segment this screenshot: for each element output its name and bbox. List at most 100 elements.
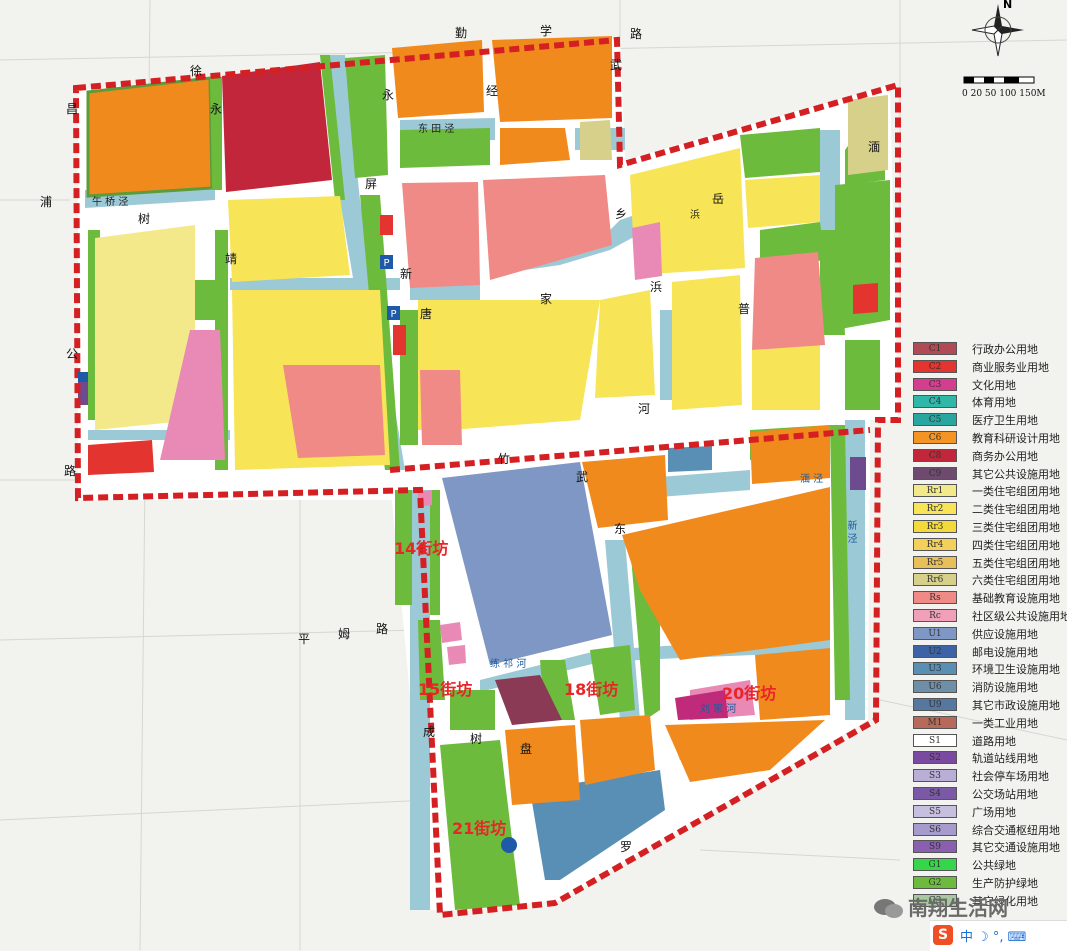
water-label: 午 桥 泾 bbox=[92, 197, 129, 208]
legend-swatch: U9 bbox=[913, 697, 957, 711]
road-label: 东 bbox=[614, 522, 627, 536]
road-label: 徐 bbox=[190, 64, 203, 78]
watermark-text: 南翔生活网 bbox=[908, 896, 1008, 920]
ime-logo-icon[interactable]: S bbox=[933, 925, 953, 945]
legend-swatch: U3 bbox=[913, 662, 957, 676]
road-label: 昌 bbox=[66, 102, 79, 116]
legend-swatch: S1 bbox=[913, 733, 957, 747]
legend-item: C9 其它公共设施用地 bbox=[910, 465, 1067, 483]
legend-label: 环境卫生设施用地 bbox=[972, 663, 1060, 677]
legend-swatch: Rc bbox=[913, 608, 957, 622]
legend-swatch: U6 bbox=[913, 680, 957, 694]
legend-swatch: S9 bbox=[913, 840, 957, 854]
water-label: 湎 泾 bbox=[800, 474, 824, 485]
legend-swatch: S4 bbox=[913, 786, 957, 800]
legend-item: C2 商业服务业用地 bbox=[910, 358, 1067, 376]
road-label: 盘 bbox=[520, 742, 533, 756]
road-label: 树 bbox=[138, 212, 151, 226]
road-label: 竹 bbox=[498, 452, 511, 466]
road-label: 勤 bbox=[455, 26, 468, 40]
legend-label: 商业服务业用地 bbox=[972, 360, 1049, 374]
legend-swatch: C4 bbox=[913, 395, 957, 409]
legend-item: C6 教育科研设计用地 bbox=[910, 429, 1067, 447]
legend-item: M1 一类工业用地 bbox=[910, 714, 1067, 732]
legend-item: S1 道路用地 bbox=[910, 732, 1067, 750]
district-label: 18街坊 bbox=[564, 680, 619, 699]
road-label: 路 bbox=[630, 27, 643, 41]
ime-toolbar[interactable]: S 中 ☽ °, ⌨ bbox=[930, 920, 1067, 951]
road-label: 乡 bbox=[615, 207, 628, 221]
legend-swatch: S2 bbox=[913, 751, 957, 765]
legend-item: S4 公交场站用地 bbox=[910, 785, 1067, 803]
legend-item: S2 轨道站线用地 bbox=[910, 749, 1067, 767]
road-label: 经 bbox=[486, 84, 499, 98]
legend-item: U1 供应设施用地 bbox=[910, 625, 1067, 643]
road-label: 永 bbox=[382, 88, 395, 102]
legend-swatch: G1 bbox=[913, 858, 957, 872]
legend-label: 文化用地 bbox=[972, 378, 1016, 392]
water-label: 练 祁 河 bbox=[490, 659, 527, 670]
legend-item: Rc 社区级公共设施用地 bbox=[910, 607, 1067, 625]
legend-label: 其它公共设施用地 bbox=[972, 467, 1060, 481]
legend-item: C3 文化用地 bbox=[910, 376, 1067, 394]
legend-swatch: M1 bbox=[913, 715, 957, 729]
legend-item: S6 综合交通枢纽用地 bbox=[910, 821, 1067, 839]
legend-label: 三类住宅组团用地 bbox=[972, 520, 1060, 534]
legend-swatch: C9 bbox=[913, 466, 957, 480]
road-label: 公 bbox=[66, 347, 79, 361]
road-label: 湎 bbox=[868, 140, 881, 154]
legend-label: 六类住宅组团用地 bbox=[972, 574, 1060, 588]
legend-swatch: Rr1 bbox=[913, 484, 957, 498]
road-label: 永 bbox=[210, 102, 223, 116]
road-label: 路 bbox=[64, 464, 77, 478]
road-label: 成 bbox=[423, 725, 436, 739]
road-label: 武 bbox=[576, 470, 589, 484]
legend-label: 轨道站线用地 bbox=[972, 752, 1038, 766]
legend-label: 广场用地 bbox=[972, 805, 1016, 819]
legend-item: C5 医疗卫生用地 bbox=[910, 411, 1067, 429]
legend-item: S9 其它交通设施用地 bbox=[910, 838, 1067, 856]
legend-label: 其它市政设施用地 bbox=[972, 698, 1060, 712]
legend-item: G2 生产防护绿地 bbox=[910, 874, 1067, 892]
legend-item: Rr2 二类住宅组团用地 bbox=[910, 500, 1067, 518]
legend-label: 公共绿地 bbox=[972, 859, 1016, 873]
wechat-icon bbox=[874, 899, 903, 918]
legend-item: Rr4 四类住宅组团用地 bbox=[910, 536, 1067, 554]
legend-label: 二类住宅组团用地 bbox=[972, 503, 1060, 517]
parcel bbox=[86, 76, 214, 198]
legend-item: Rr1 一类住宅组团用地 bbox=[910, 482, 1067, 500]
legend-label: 公交场站用地 bbox=[972, 787, 1038, 801]
ime-status[interactable]: 中 ☽ °, ⌨ bbox=[960, 926, 1026, 945]
legend-swatch: C6 bbox=[913, 430, 957, 444]
legend-label: 道路用地 bbox=[972, 734, 1016, 748]
district-label: 15街坊 bbox=[418, 680, 473, 699]
legend-label: 一类工业用地 bbox=[972, 716, 1038, 730]
legend-swatch: G2 bbox=[913, 875, 957, 889]
road-label: 岳 bbox=[712, 192, 725, 206]
legend-label: 消防设施用地 bbox=[972, 681, 1038, 695]
legend-label: 供应设施用地 bbox=[972, 627, 1038, 641]
legend-label: 五类住宅组团用地 bbox=[972, 556, 1060, 570]
legend-label: 行政办公用地 bbox=[972, 343, 1038, 356]
legend-item: Rr6 六类住宅组团用地 bbox=[910, 571, 1067, 589]
legend-item: U9 其它市政设施用地 bbox=[910, 696, 1067, 714]
road-label: 唐 bbox=[420, 307, 433, 321]
svg-text:P: P bbox=[383, 258, 389, 269]
water-label: 东 田 泾 bbox=[418, 124, 455, 135]
north-arrow-label: N bbox=[1003, 0, 1013, 11]
legend-item: S5 广场用地 bbox=[910, 803, 1067, 821]
legend-swatch: Rr4 bbox=[913, 537, 957, 551]
legend-item: U3 环境卫生设施用地 bbox=[910, 660, 1067, 678]
district-label: 20街坊 bbox=[722, 684, 777, 703]
legend-item: Rr5 五类住宅组团用地 bbox=[910, 554, 1067, 572]
road-label: 屏 bbox=[365, 177, 378, 191]
legend-label: 教育科研设计用地 bbox=[972, 431, 1060, 445]
road-label: 家 bbox=[540, 292, 553, 306]
legend-swatch: Rr6 bbox=[913, 573, 957, 587]
road-label: 新 bbox=[400, 267, 413, 281]
legend-swatch: C5 bbox=[913, 413, 957, 427]
legend-label: 基础教育设施用地 bbox=[972, 592, 1060, 606]
scale-bar-label: 0 20 50 100 150M bbox=[962, 89, 1046, 99]
legend-item: U2 邮电设施用地 bbox=[910, 643, 1067, 661]
legend-item: Rs 基础教育设施用地 bbox=[910, 589, 1067, 607]
